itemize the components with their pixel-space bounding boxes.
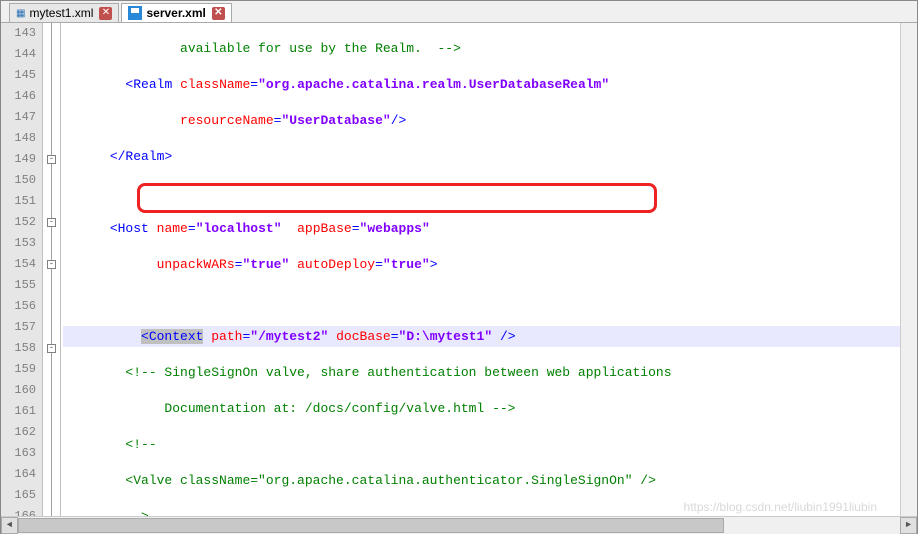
scroll-track[interactable] xyxy=(18,517,900,534)
line-number: 151 xyxy=(1,191,36,212)
code-line[interactable]: <Realm className="org.apache.catalina.re… xyxy=(63,74,917,95)
line-number: 147 xyxy=(1,107,36,128)
line-number: 145 xyxy=(1,65,36,86)
code-line[interactable]: --> xyxy=(63,506,917,516)
line-gutter: 1431441451461471481491501511521531541551… xyxy=(1,23,43,516)
line-number: 162 xyxy=(1,422,36,443)
code-line[interactable]: <!-- xyxy=(63,434,917,455)
close-icon[interactable]: ✕ xyxy=(99,7,112,20)
tab-bar: ▦ mytest1.xml ✕ server.xml ✕ xyxy=(1,1,917,23)
line-number: 149 xyxy=(1,149,36,170)
line-number: 152 xyxy=(1,212,36,233)
fold-toggle[interactable]: - xyxy=(47,260,56,269)
code-line[interactable]: <Valve className="org.apache.catalina.au… xyxy=(63,470,917,491)
code-line[interactable] xyxy=(63,182,917,203)
line-number: 166 xyxy=(1,506,36,516)
file-icon: ▦ xyxy=(16,8,25,19)
scroll-thumb[interactable] xyxy=(18,518,724,533)
fold-column[interactable]: - - - - xyxy=(43,23,61,516)
editor-area[interactable]: 1431441451461471481491501511521531541551… xyxy=(1,23,917,516)
fold-toggle[interactable]: - xyxy=(47,218,56,227)
line-number: 164 xyxy=(1,464,36,485)
code-line[interactable]: available for use by the Realm. --> xyxy=(63,38,917,59)
code-line[interactable]: <!-- SingleSignOn valve, share authentic… xyxy=(63,362,917,383)
line-number: 158 xyxy=(1,338,36,359)
line-number: 154 xyxy=(1,254,36,275)
code-line[interactable]: Documentation at: /docs/config/valve.htm… xyxy=(63,398,917,419)
code-line[interactable]: </Realm> xyxy=(63,146,917,167)
line-number: 163 xyxy=(1,443,36,464)
code-line[interactable] xyxy=(63,290,917,311)
scroll-right-button[interactable]: ► xyxy=(900,517,917,534)
line-number: 148 xyxy=(1,128,36,149)
close-icon[interactable]: ✕ xyxy=(212,7,225,20)
code-line-highlighted[interactable]: <Context path="/mytest2" docBase="D:\myt… xyxy=(63,326,917,347)
line-number: 146 xyxy=(1,86,36,107)
line-number: 161 xyxy=(1,401,36,422)
code-content[interactable]: available for use by the Realm. --> <Rea… xyxy=(61,23,917,516)
fold-toggle[interactable]: - xyxy=(47,344,56,353)
scrollbar-vertical[interactable] xyxy=(900,23,917,516)
line-number: 165 xyxy=(1,485,36,506)
fold-toggle[interactable]: - xyxy=(47,155,56,164)
line-number: 157 xyxy=(1,317,36,338)
line-number: 156 xyxy=(1,296,36,317)
line-number: 159 xyxy=(1,359,36,380)
scroll-left-button[interactable]: ◄ xyxy=(1,517,18,534)
code-line[interactable]: unpackWARs="true" autoDeploy="true"> xyxy=(63,254,917,275)
scrollbar-horizontal[interactable]: ◄ ► xyxy=(1,516,917,533)
line-number: 155 xyxy=(1,275,36,296)
tab-mytest1[interactable]: ▦ mytest1.xml ✕ xyxy=(9,3,119,22)
tab-label: mytest1.xml xyxy=(29,6,93,20)
line-number: 153 xyxy=(1,233,36,254)
save-icon xyxy=(128,6,142,20)
code-line[interactable]: <Host name="localhost" appBase="webapps" xyxy=(63,218,917,239)
tab-server[interactable]: server.xml ✕ xyxy=(121,3,231,22)
tab-label: server.xml xyxy=(146,6,205,20)
line-number: 143 xyxy=(1,23,36,44)
line-number: 150 xyxy=(1,170,36,191)
code-line[interactable]: resourceName="UserDatabase"/> xyxy=(63,110,917,131)
line-number: 160 xyxy=(1,380,36,401)
line-number: 144 xyxy=(1,44,36,65)
